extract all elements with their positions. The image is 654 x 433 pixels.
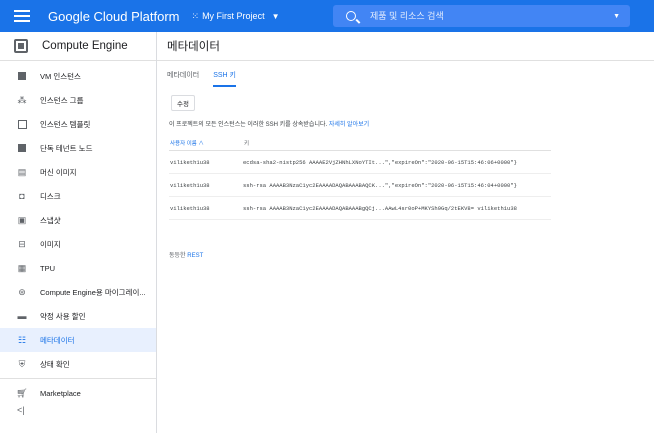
row-key: ssh-rsa AAAAB3NzaC1yc2EAAAADAQABAAABgQCj… — [243, 196, 551, 220]
sidebar-item-machine-images[interactable]: ▤ 머신 이미지 — [0, 160, 156, 184]
metadata-icon: ☷ — [17, 334, 27, 345]
info-text: 이 프로젝트의 모든 인스턴스는 이러한 SSH 키를 상속받습니다. 자세히 … — [169, 119, 369, 128]
column-username[interactable]: 사용자 이름 ∧ — [169, 135, 243, 151]
snapshot-icon: ▣ — [17, 214, 27, 225]
rest-link[interactable]: REST — [187, 253, 203, 259]
chevron-down-icon: ▼ — [271, 11, 280, 21]
sidebar-item-tpu[interactable]: ▦ TPU — [0, 256, 156, 280]
sidebar-item-label: 메타데이터 — [40, 335, 75, 345]
sidebar-item-label: 이미지 — [40, 239, 61, 249]
row-username: viliketh1u38 — [169, 173, 243, 197]
sidebar-item-label: 인스턴스 그룹 — [40, 95, 84, 105]
sidebar-item-sole-tenant[interactable]: 단독 테넌트 노드 — [0, 136, 156, 160]
edit-button[interactable]: 수정 — [171, 95, 195, 111]
sidebar-item-vm-instances[interactable]: VM 인스턴스 — [0, 64, 156, 88]
migrate-icon: ⊛ — [18, 286, 26, 297]
column-username-label: 사용자 이름 — [170, 140, 197, 147]
row-username: viliketh1u38 — [169, 150, 243, 174]
table-row: viliketh1u38 ecdsa-sha2-nistp256 AAAAE2V… — [169, 150, 551, 174]
machine-image-icon: ▤ — [17, 166, 27, 177]
search-dropdown-icon[interactable]: ▼ — [613, 13, 620, 20]
search-icon — [346, 11, 356, 21]
menu-icon[interactable] — [14, 10, 30, 22]
sidebar-item-images[interactable]: ⊟ 이미지 — [0, 232, 156, 256]
sort-ascending-icon: ∧ — [198, 140, 204, 147]
table-header-row: 사용자 이름 ∧ 키 — [169, 135, 551, 151]
sidebar-item-label: Compute Engine용 마이그레이... — [40, 287, 146, 297]
sidebar-item-marketplace[interactable]: 🛒︎ Marketplace — [0, 381, 156, 405]
learn-more-link[interactable]: 자세히 알아보기 — [329, 122, 369, 128]
template-icon — [17, 119, 27, 129]
sidebar-item-disks[interactable]: ◘ 디스크 — [0, 184, 156, 208]
column-key[interactable]: 키 — [243, 135, 551, 151]
sidebar-item-health-checks[interactable]: ⛨ 상태 확인 — [0, 352, 156, 376]
row-username: viliketh1u38 — [169, 196, 243, 220]
sidebar-item-label: 스냅샷 — [40, 215, 61, 225]
collapse-sidebar-icon[interactable]: <| — [17, 405, 25, 415]
sidebar-item-commitments[interactable]: ▬ 약정 사용 할인 — [0, 304, 156, 328]
sidebar-item-label: 단독 테넌트 노드 — [40, 143, 93, 153]
sidebar-divider — [0, 378, 156, 379]
sidebar-item-instance-templates[interactable]: 인스턴스 템플릿 — [0, 112, 156, 136]
table-row: viliketh1u38 ssh-rsa AAAAB3NzaC1yc2EAAAA… — [169, 196, 551, 220]
sidebar-item-label: 머신 이미지 — [40, 167, 77, 177]
main-content: 메타데이터 메타데이터 SSH 키 수정 이 프로젝트의 모든 인스턴스는 이러… — [157, 32, 654, 259]
compute-engine-icon — [14, 39, 28, 53]
sidebar-header: Compute Engine — [0, 32, 156, 61]
sidebar-item-metadata[interactable]: ☷ 메타데이터 — [0, 328, 156, 352]
sidebar-item-label: TPU — [40, 263, 55, 273]
sidebar-item-snapshots[interactable]: ▣ 스냅샷 — [0, 208, 156, 232]
disk-icon: ◘ — [19, 191, 25, 201]
info-message: 이 프로젝트의 모든 인스턴스는 이러한 SSH 키를 상속받습니다. — [169, 122, 328, 128]
brand-title[interactable]: Google Cloud Platform — [48, 9, 180, 24]
sidebar: Compute Engine VM 인스턴스 ⁂ 인스턴스 그룹 인스턴스 템플릿… — [0, 32, 157, 433]
sidebar-item-label: 약정 사용 할인 — [40, 311, 86, 321]
page-title: 메타데이터 — [157, 32, 654, 61]
sidebar-item-label: 디스크 — [40, 191, 61, 201]
sidebar-item-label: Marketplace — [40, 388, 81, 398]
sidebar-item-label: 상태 확인 — [40, 359, 70, 369]
sole-tenant-icon — [17, 143, 27, 153]
row-key: ssh-rsa AAAAB3NzaC1yc2EAAAADAQABAAABAQCK… — [243, 173, 551, 197]
tpu-icon: ▦ — [17, 262, 27, 273]
equiv-prefix: 동등한 — [169, 253, 186, 259]
sidebar-item-label: 인스턴스 템플릿 — [40, 119, 91, 129]
health-check-icon: ⛨ — [18, 358, 26, 369]
tab-bar: 메타데이터 SSH 키 — [167, 70, 236, 87]
project-icon: ⁙ — [191, 10, 199, 21]
ssh-keys-table: 사용자 이름 ∧ 키 viliketh1u38 ecdsa-sha2-nistp… — [169, 135, 551, 220]
table-row: viliketh1u38 ssh-rsa AAAAB3NzaC1yc2EAAAA… — [169, 173, 551, 197]
sidebar-item-label: VM 인스턴스 — [40, 71, 81, 81]
tab-ssh-keys[interactable]: SSH 키 — [213, 70, 236, 87]
equivalent-rest: 동등한 REST — [169, 250, 203, 259]
cart-icon: 🛒︎ — [16, 387, 28, 398]
row-key: ecdsa-sha2-nistp256 AAAAE2VjZHNhLXNoYTIt… — [243, 150, 551, 174]
sidebar-item-instance-groups[interactable]: ⁂ 인스턴스 그룹 — [0, 88, 156, 112]
sidebar-item-migrate[interactable]: ⊛ Compute Engine용 마이그레이... — [0, 280, 156, 304]
top-bar: Google Cloud Platform ⁙ My First Project… — [0, 0, 654, 32]
sidebar-title: Compute Engine — [42, 40, 128, 52]
tab-metadata[interactable]: 메타데이터 — [167, 70, 199, 87]
instance-group-icon: ⁂ — [17, 94, 27, 105]
project-selector[interactable]: ⁙ My First Project ▼ — [192, 11, 280, 22]
search-input[interactable] — [368, 10, 602, 22]
commitment-icon: ▬ — [17, 311, 27, 321]
image-icon: ⊟ — [18, 238, 26, 249]
vm-icon — [17, 71, 27, 81]
search-bar[interactable]: ▼ — [333, 5, 630, 27]
project-name: My First Project — [202, 11, 265, 21]
